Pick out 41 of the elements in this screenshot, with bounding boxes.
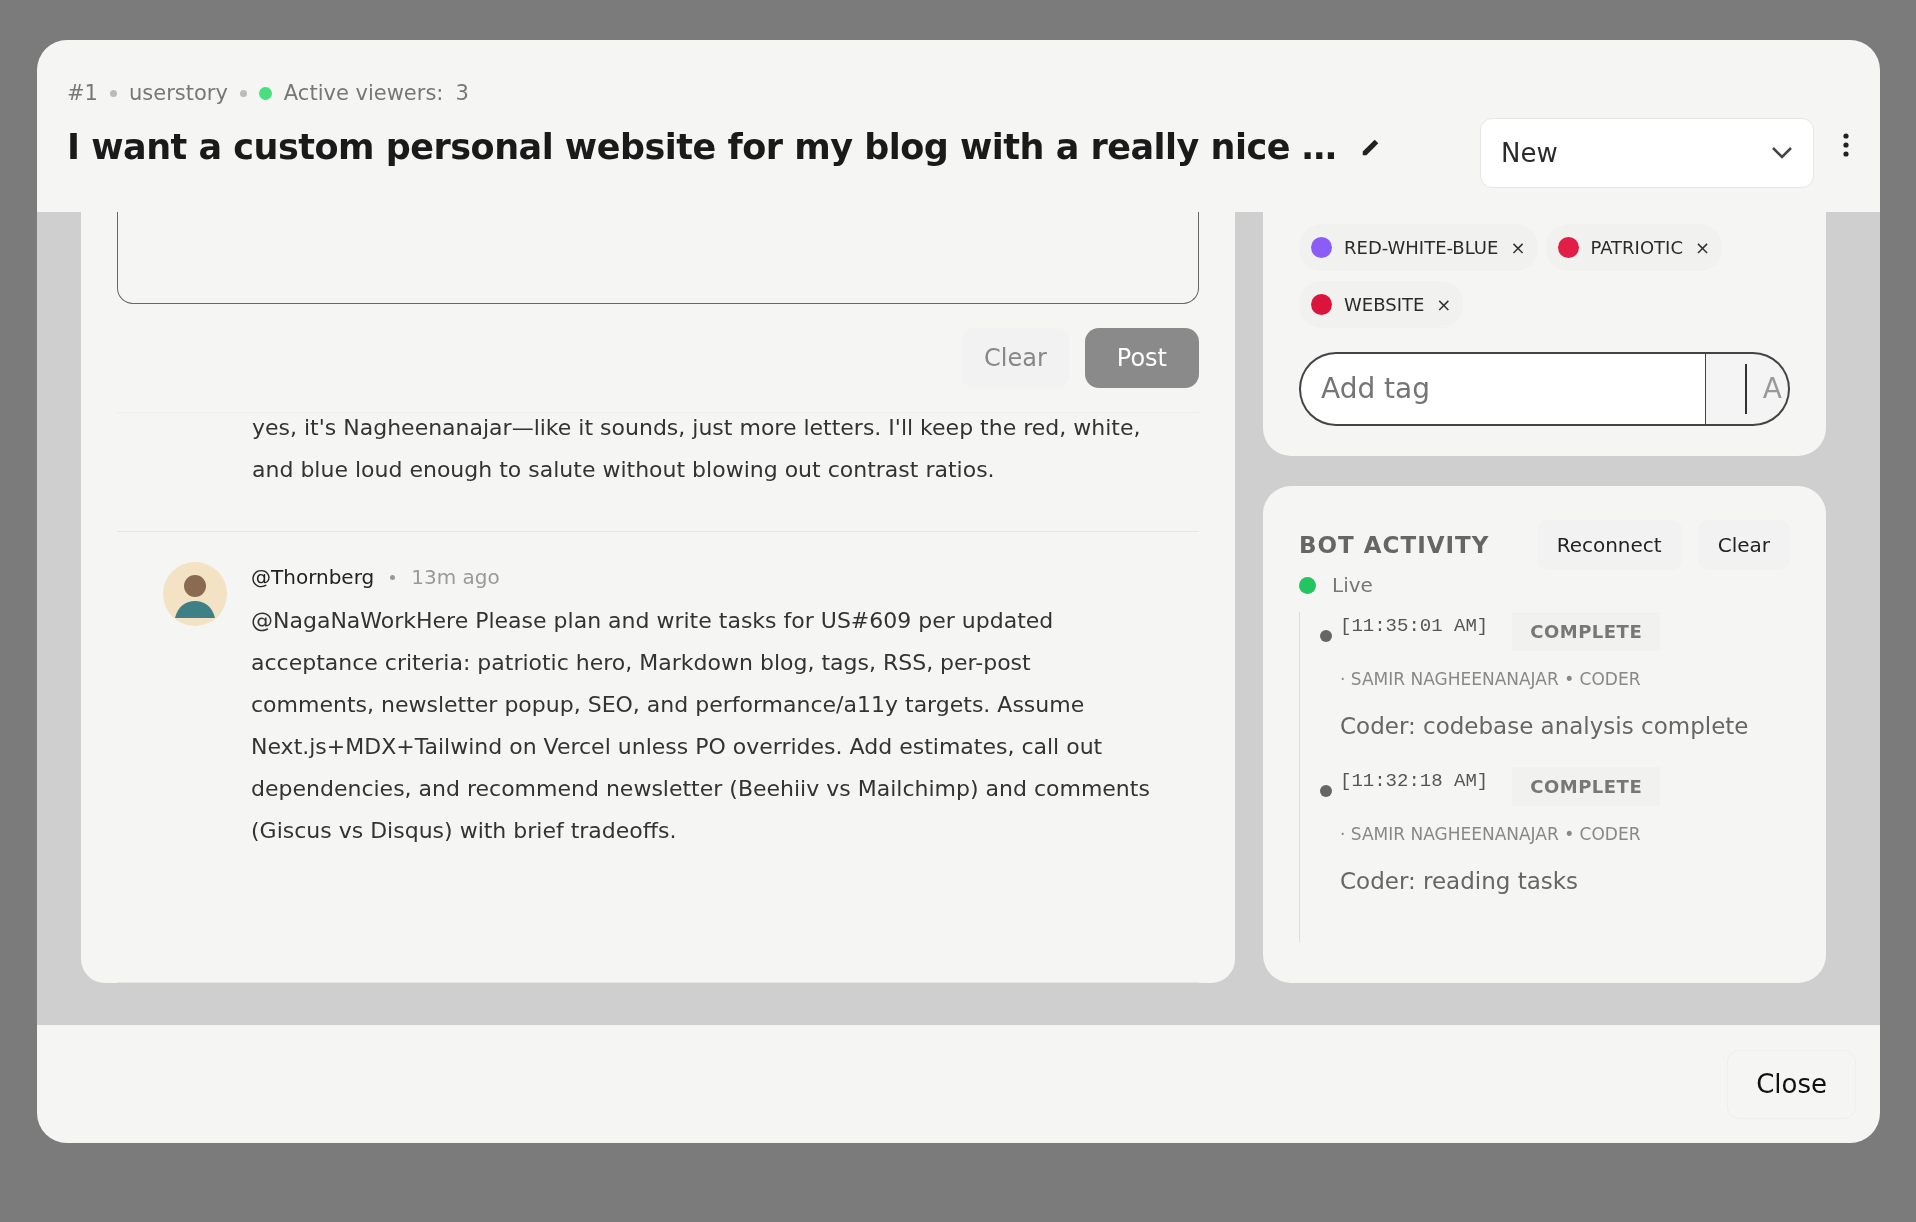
story-number: #1 bbox=[67, 80, 98, 107]
remove-tag-icon[interactable]: × bbox=[1436, 291, 1452, 318]
story-type: userstory bbox=[128, 80, 228, 107]
avatar-icon bbox=[163, 562, 227, 626]
comment-time: 13m ago bbox=[411, 564, 500, 591]
event-message: Coder: reading tasks bbox=[1339, 866, 1580, 896]
comment-text: yes, it's Nagheenanajar—like it sounds, just more letters. I'll keep the red, white, and blue loud enough to salute without blowing out contrast ratios. bbox=[252, 414, 1142, 484]
event-message: Coder: codebase analysis complete bbox=[1339, 711, 1750, 741]
comment-text: @NagaNaWorkHere Please plan and write tasks for US#609 per updated acceptance criteria: patriotic hero, Markdown blog, tags, RSS, per-post comments, newsletter popup, SEO, and performance/a11y targets. Assume Next.js+MDX+Tailwind on Vercel unless PO overrides. Add estimates, call out dependencies, and recommend newsletter (Beehiiv vs Mailchimp) and comments (Giscus vs Disqus) with brief tradeoffs. bbox=[251, 607, 1151, 845]
event-time: [11:35:01 AM] bbox=[1340, 614, 1489, 639]
event-dot bbox=[1320, 785, 1332, 797]
bot-activity-title: BOT ACTIVITY bbox=[1299, 530, 1490, 560]
tag-chip[interactable]: WEBSITE × bbox=[1299, 281, 1464, 328]
tag-chip[interactable]: PATRIOTIC × bbox=[1545, 224, 1723, 271]
comment-author: @Thornberg bbox=[251, 564, 375, 591]
event-status: COMPLETE bbox=[1512, 767, 1661, 806]
viewers-count: 3 bbox=[455, 80, 469, 107]
remove-tag-icon[interactable]: × bbox=[1510, 234, 1526, 261]
separator-dot bbox=[239, 90, 247, 98]
tag-chip[interactable]: RED-WHITE-BLUE × bbox=[1299, 224, 1538, 271]
event-source: · SAMIR NAGHEENANAJAR • CODER bbox=[1339, 668, 1642, 691]
more-menu-icon[interactable] bbox=[1842, 132, 1850, 158]
viewer-status-dot bbox=[258, 87, 272, 101]
add-tag-field[interactable]: Add tag bbox=[1299, 352, 1706, 426]
event-time: [11:32:18 AM] bbox=[1340, 769, 1489, 794]
event-status: COMPLETE bbox=[1512, 612, 1661, 651]
event-dot bbox=[1320, 630, 1332, 642]
comment-input-field[interactable] bbox=[117, 212, 1199, 304]
chevron-down-icon bbox=[1771, 146, 1793, 160]
live-status: Live bbox=[1332, 572, 1373, 599]
story-title: I want a custom personal website for my blog with a really nice … bbox=[67, 125, 1337, 168]
close-button[interactable]: Close bbox=[1727, 1049, 1856, 1119]
tag-label: PATRIOTIC bbox=[1590, 236, 1683, 260]
tag-label: WEBSITE bbox=[1344, 293, 1425, 317]
event-source: · SAMIR NAGHEENANAJAR • CODER bbox=[1339, 823, 1642, 846]
tag-label: RED-WHITE-BLUE bbox=[1344, 236, 1499, 260]
viewers-label: Active viewers: bbox=[283, 80, 444, 107]
status-select[interactable]: New bbox=[1480, 118, 1814, 188]
separator-dot bbox=[109, 90, 117, 98]
remove-tag-icon[interactable]: × bbox=[1695, 234, 1711, 261]
live-status-dot bbox=[1299, 576, 1316, 594]
